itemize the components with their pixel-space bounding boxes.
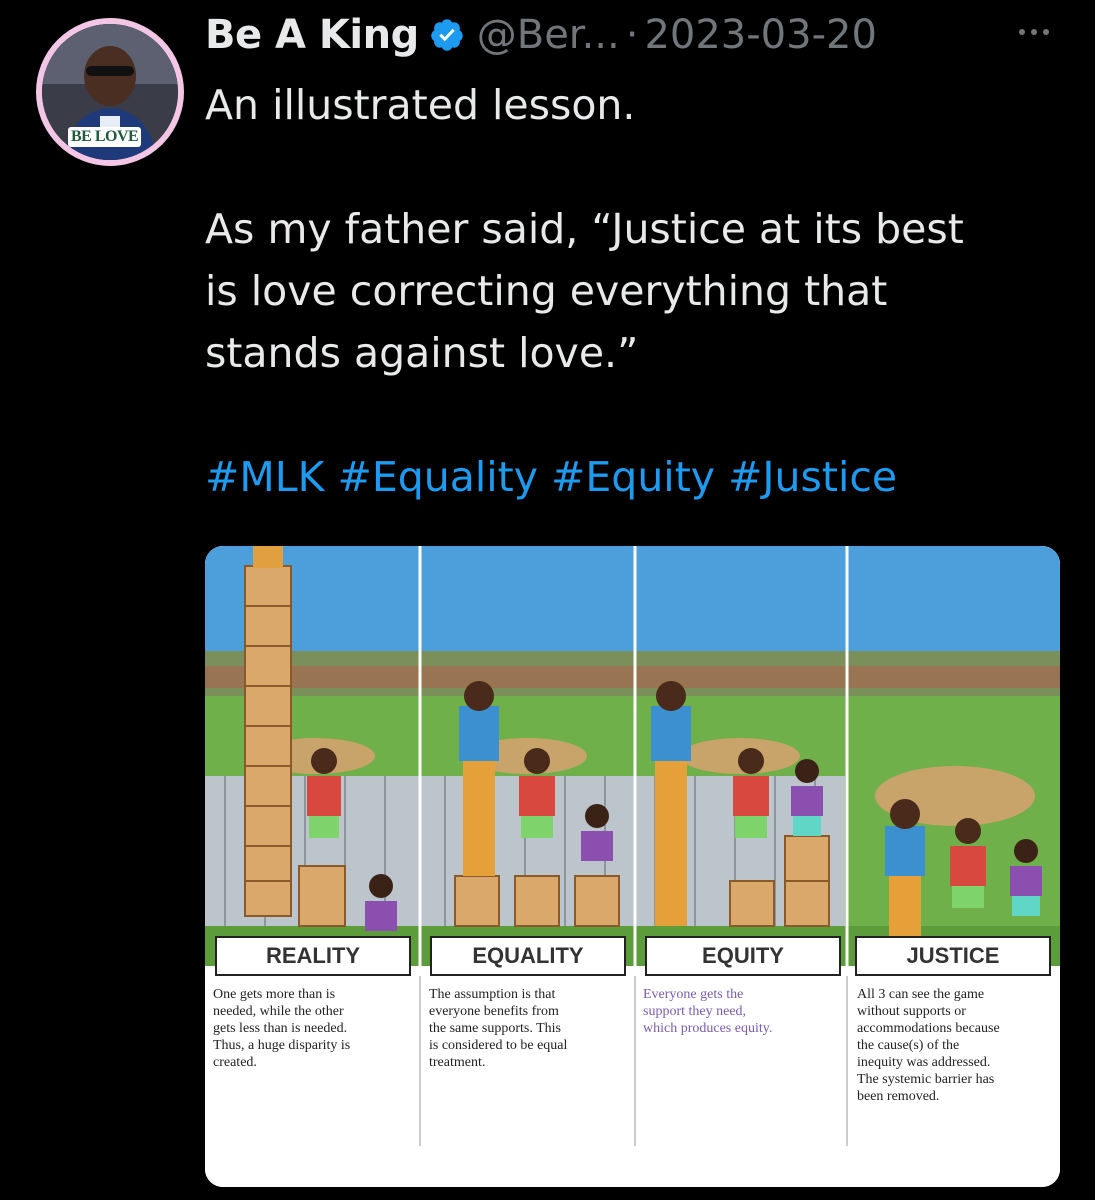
- panel-caption-justice: All 3 can see the game without supports …: [857, 987, 1000, 1104]
- tweet-text-line: is love correcting everything that: [205, 267, 888, 315]
- verified-badge-icon: [430, 19, 463, 51]
- display-name[interactable]: Be A King: [205, 12, 419, 58]
- panel-caption-equity: Everyone gets the support they need, whi…: [643, 987, 773, 1036]
- tweet-date[interactable]: 2023-03-20: [644, 12, 876, 58]
- avatar-badge: BE LOVE: [68, 127, 142, 147]
- more-options-icon[interactable]: [1010, 20, 1058, 44]
- tweet-header: Be A King @Ber... · 2023-03-20: [205, 8, 877, 62]
- tweet-media[interactable]: REALITY EQUALITY EQUITY JUSTICE One gets…: [205, 546, 1060, 1187]
- panel-title-reality: REALITY: [215, 936, 411, 976]
- panel-title-justice: JUSTICE: [855, 936, 1051, 976]
- panel-title-equality: EQUALITY: [430, 936, 626, 976]
- user-handle[interactable]: @Ber...: [477, 12, 620, 58]
- tweet-text-line: As my father said, “Justice at its best: [205, 205, 964, 253]
- panel-caption-reality: One gets more than is needed, while the …: [213, 987, 351, 1070]
- tweet-text-line: An illustrated lesson.: [205, 81, 636, 129]
- panel-caption-equality: The assumption is that everyone benefits…: [429, 987, 568, 1070]
- tweet-text-line: stands against love.”: [205, 329, 639, 377]
- panel-title-equity: EQUITY: [645, 936, 841, 976]
- tweet-text: An illustrated lesson. As my father said…: [205, 74, 1065, 508]
- hashtag-links[interactable]: #MLK #Equality #Equity #Justice: [205, 446, 1065, 508]
- separator-dot: ·: [625, 12, 639, 58]
- avatar[interactable]: BE LOVE: [36, 18, 184, 166]
